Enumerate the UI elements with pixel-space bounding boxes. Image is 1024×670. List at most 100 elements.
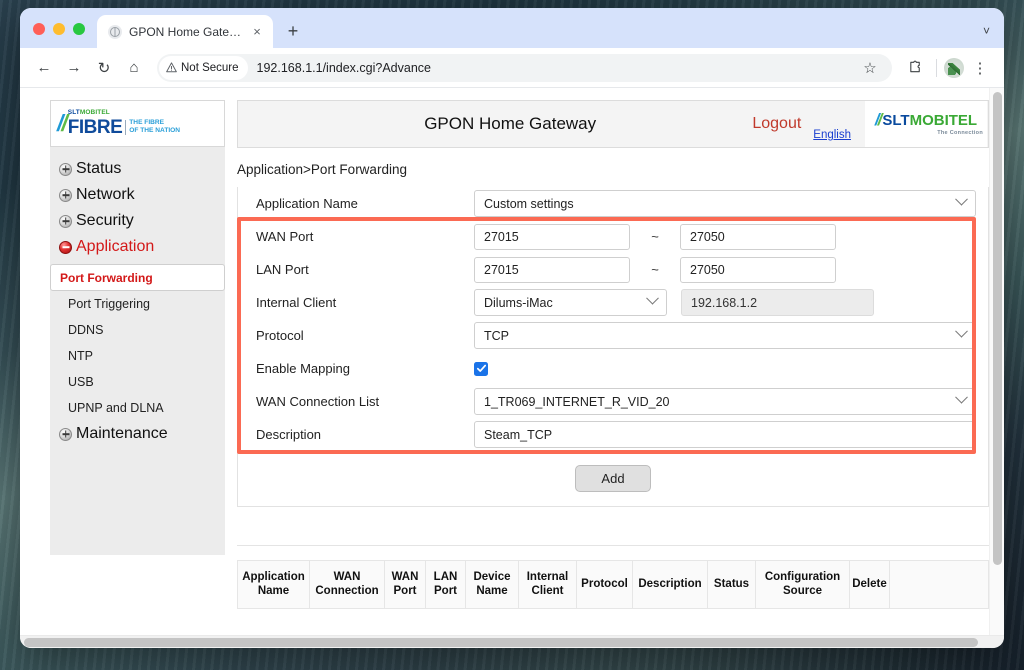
enable-mapping-checkbox[interactable] [474, 362, 488, 376]
page-vertical-scrollbar[interactable] [989, 88, 1004, 635]
logo-slash-icon: // [57, 112, 66, 135]
logo-fibre-row: FIBRE THE FIBRE OF THE NATION [68, 118, 180, 137]
bookmark-star-icon[interactable]: ☆ [856, 54, 884, 82]
puzzle-piece-glyph [908, 60, 923, 75]
logo-text: SLTMOBITEL FIBRE THE FIBRE OF THE NATION [68, 110, 180, 137]
wan-connection-list-select[interactable]: 1_TR069_INTERNET_R_VID_20 [474, 388, 976, 415]
sidebar-item-ddns[interactable]: DDNS [50, 317, 225, 343]
window-controls[interactable] [20, 23, 97, 48]
internal-client-label: Internal Client [256, 295, 474, 310]
address-bar[interactable]: Not Secure 192.168.1.1/index.cgi?Advance… [157, 54, 892, 82]
table-header-delete: Delete [850, 561, 890, 608]
logo-fibre-word: FIBRE [68, 118, 123, 137]
browser-tab[interactable]: GPON Home Gateway × [97, 15, 273, 48]
wan-connection-list-value: 1_TR069_INTERNET_R_VID_20 [484, 395, 670, 409]
tab-list-chevron-down-icon[interactable]: ˅ [983, 24, 1004, 48]
wan-port-end-input[interactable]: 27050 [680, 224, 836, 250]
table-header-description: Description [633, 561, 708, 608]
page-vertical-scrollbar-thumb[interactable] [993, 92, 1002, 565]
form-row-wan-connection-list: WAN Connection List 1_TR069_INTERNET_R_V… [238, 385, 988, 418]
sidebar-item-port-triggering[interactable]: Port Triggering [50, 291, 225, 317]
port-forwarding-form: Application Name Custom settings WAN Por… [237, 187, 989, 507]
home-icon[interactable]: ⌂ [120, 54, 148, 82]
extensions-puzzle-icon[interactable] [901, 54, 929, 82]
table-empty-body [237, 609, 989, 623]
forward-icon[interactable]: → [60, 54, 88, 82]
description-label: Description [256, 427, 474, 442]
add-button[interactable]: Add [575, 465, 651, 492]
sidebar-item-status[interactable]: Status [50, 156, 225, 182]
port-forwarding-table: Application Name WAN Connection WAN Port… [237, 545, 989, 635]
browser-tab-title: GPON Home Gateway [129, 25, 242, 39]
chevron-down-icon [955, 391, 968, 404]
main-content: GPON Home Gateway Logout English // SLTM… [225, 100, 989, 635]
internal-client-select[interactable]: Dilums-iMac [474, 289, 667, 316]
application-name-select[interactable]: Custom settings [474, 190, 976, 217]
sidebar-item-maintenance[interactable]: Maintenance [50, 421, 225, 447]
minus-icon [59, 241, 72, 254]
enable-mapping-label: Enable Mapping [256, 361, 474, 376]
omnibox-actions: ☆ [856, 54, 884, 82]
new-tab-button[interactable]: + [279, 17, 307, 45]
reload-icon[interactable]: ↻ [90, 54, 118, 82]
sidebar-item-network[interactable]: Network [50, 182, 225, 208]
table-header-internal-client: Internal Client [519, 561, 577, 608]
lan-port-label: LAN Port [256, 262, 474, 277]
add-button-row: Add [238, 451, 988, 492]
table-header-wan-port: WAN Port [385, 561, 426, 608]
globe-icon [108, 25, 122, 39]
lan-port-end-input[interactable]: 27050 [680, 257, 836, 283]
sidebar-main-group: Status Network Security [50, 153, 225, 264]
plus-icon [59, 215, 72, 228]
protocol-select[interactable]: TCP [474, 322, 976, 349]
browser-window: GPON Home Gateway × + ˅ ← → ↻ ⌂ Not Secu… [20, 8, 1004, 648]
browser-menu-icon[interactable]: ⋮ [966, 54, 994, 82]
minimize-window-button[interactable] [53, 23, 65, 35]
description-input[interactable]: Steam_TCP [474, 421, 976, 448]
site-security-badge[interactable]: Not Secure [159, 56, 248, 80]
internal-client-ip-field: 192.168.1.2 [681, 289, 874, 316]
form-row-application-name: Application Name Custom settings [238, 187, 988, 220]
sltmobitel-logo: // SLTMOBITEL The Connection [865, 101, 987, 147]
back-icon[interactable]: ← [30, 54, 58, 82]
sidebar-item-upnp-dlna[interactable]: UPNP and DLNA [50, 395, 225, 421]
lan-port-start-input[interactable]: 27015 [474, 257, 630, 283]
internal-client-value: Dilums-iMac [484, 296, 553, 310]
brand-mobitel: MOBITEL [910, 112, 978, 129]
sidebar-item-port-forwarding[interactable]: Port Forwarding [50, 264, 225, 291]
sidebar-item-label: Application [76, 238, 154, 256]
form-row-wan-port: WAN Port 27015 ~ 27050 [238, 220, 988, 253]
breadcrumb: Application>Port Forwarding [237, 148, 989, 187]
router-admin-page: // SLTMOBITEL FIBRE THE FIBRE OF THE NAT… [20, 88, 989, 635]
sidebar-item-usb[interactable]: USB [50, 369, 225, 395]
form-row-internal-client: Internal Client Dilums-iMac 192.168.1.2 [238, 286, 988, 319]
maximize-window-button[interactable] [73, 23, 85, 35]
lan-port-range-separator: ~ [630, 266, 680, 274]
close-window-button[interactable] [33, 23, 45, 35]
toolbar-divider [936, 59, 937, 77]
page-horizontal-scrollbar-thumb[interactable] [24, 638, 978, 647]
sidebar-item-security[interactable]: Security [50, 208, 225, 234]
table-header-row: Application Name WAN Connection WAN Port… [237, 560, 989, 609]
sidebar: // SLTMOBITEL FIBRE THE FIBRE OF THE NAT… [50, 100, 225, 635]
plus-icon [59, 189, 72, 202]
warning-triangle-icon [166, 62, 177, 73]
logo-tagline: THE FIBRE OF THE NATION [129, 119, 180, 135]
application-name-value: Custom settings [484, 197, 574, 211]
language-link[interactable]: English [811, 129, 865, 147]
chevron-down-icon [646, 292, 659, 305]
wan-port-start-input[interactable]: 27015 [474, 224, 630, 250]
table-header-wan-connection: WAN Connection [310, 561, 385, 608]
page-header: GPON Home Gateway Logout English // SLTM… [237, 100, 989, 148]
table-header-lan-port: LAN Port [426, 561, 466, 608]
brand-row: // SLTMOBITEL [875, 112, 977, 127]
sidebar-item-application[interactable]: Application [50, 234, 225, 260]
close-tab-icon[interactable]: × [249, 24, 265, 40]
profile-avatar[interactable] [944, 58, 964, 78]
logout-button[interactable]: Logout [742, 115, 811, 133]
form-row-protocol: Protocol TCP [238, 319, 988, 352]
sidebar-item-label: Network [76, 186, 135, 204]
page-horizontal-scrollbar[interactable] [20, 635, 1004, 648]
table-header-configuration-source: Configuration Source [756, 561, 850, 608]
sidebar-item-ntp[interactable]: NTP [50, 343, 225, 369]
